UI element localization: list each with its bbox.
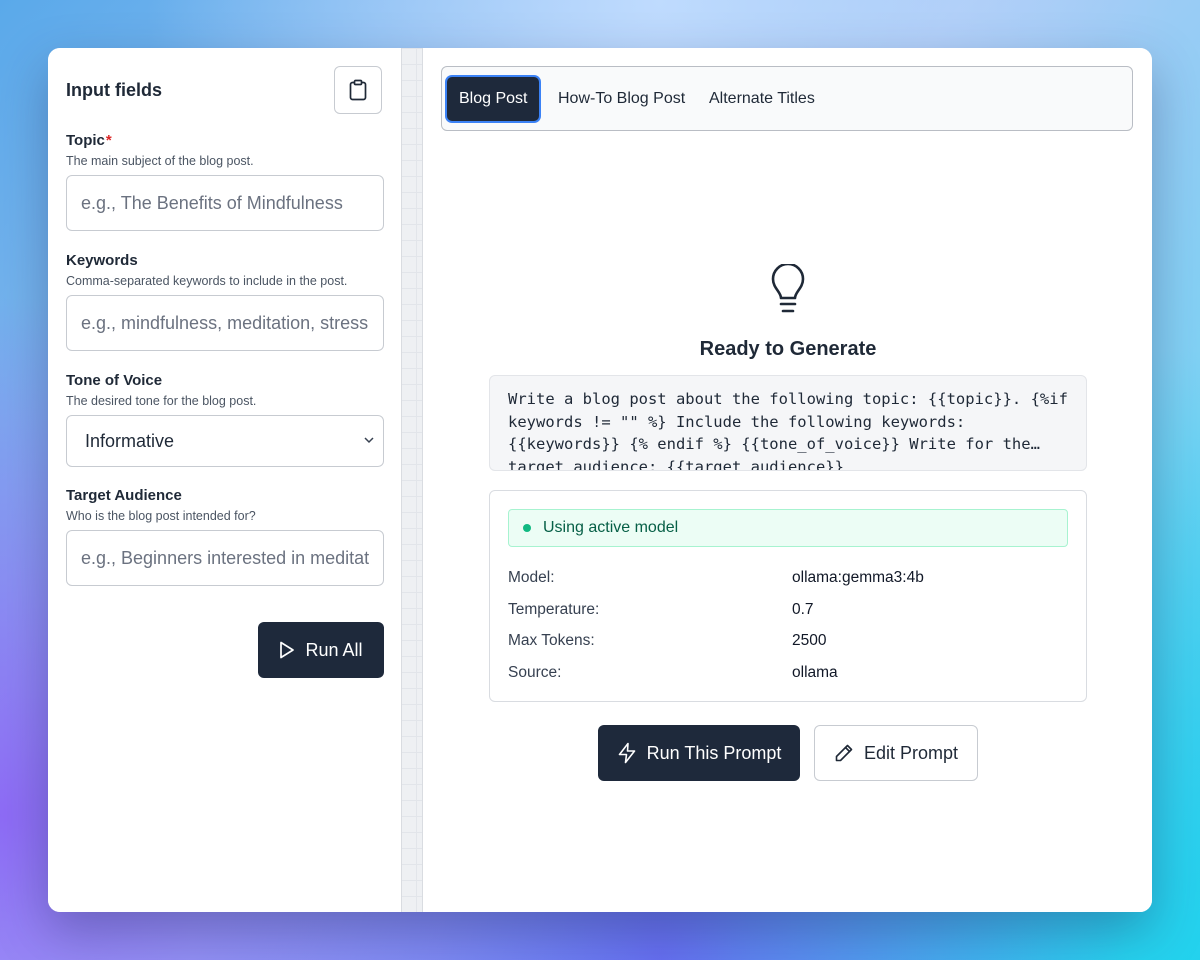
panel-title: Input fields <box>66 80 162 100</box>
temperature-key: Temperature: <box>508 601 600 618</box>
tab-how-to-blog-post[interactable]: How-To Blog Post <box>546 77 697 121</box>
max-tokens-value: 2500 <box>792 632 827 649</box>
tab-alternate-titles[interactable]: Alternate Titles <box>697 77 827 121</box>
run-all-button[interactable]: Run All <box>258 622 384 678</box>
chevron-down-icon <box>364 437 374 444</box>
lightning-icon <box>618 742 635 764</box>
topic-help: The main subject of the blog post. <box>66 154 254 168</box>
prompt-panel: Blog Post How-To Blog Post Alternate Tit… <box>422 48 1152 912</box>
model-value: ollama:gemma3:4b <box>792 569 924 586</box>
edit-prompt-button[interactable]: Edit Prompt <box>814 725 978 781</box>
run-this-prompt-button[interactable]: Run This Prompt <box>598 725 800 781</box>
max-tokens-key: Max Tokens: <box>508 632 595 649</box>
model-key: Model: <box>508 569 555 586</box>
lightbulb-icon <box>771 264 805 313</box>
keywords-input[interactable] <box>66 295 384 351</box>
clipboard-icon <box>349 79 367 101</box>
source-value: ollama <box>792 664 838 681</box>
required-marker: * <box>105 132 112 149</box>
tone-select[interactable]: Informative <box>66 415 384 467</box>
play-icon <box>280 641 295 659</box>
audience-help: Who is the blog post intended for? <box>66 509 256 523</box>
topic-input[interactable] <box>66 175 384 231</box>
pencil-icon <box>835 744 853 762</box>
edit-prompt-label: Edit Prompt <box>863 742 959 763</box>
prompt-preview: Write a blog post about the following to… <box>489 375 1087 471</box>
model-status-text: Using active model <box>543 519 679 536</box>
tone-selected-value: Informative <box>85 430 175 451</box>
temperature-value: 0.7 <box>792 601 814 618</box>
run-all-label: Run All <box>305 639 363 660</box>
ready-title: Ready to Generate <box>699 338 877 360</box>
topic-label: Topic* <box>66 132 112 149</box>
model-info-card: Using active model Model: ollama:gemma3:… <box>489 490 1087 702</box>
source-key: Source: <box>508 664 562 681</box>
keywords-label: Keywords <box>66 252 138 269</box>
app-window: Input fields Topic* The main subject of … <box>48 48 1152 912</box>
input-fields-panel: Input fields Topic* The main subject of … <box>48 48 402 912</box>
prompt-tabs: Blog Post How-To Blog Post Alternate Tit… <box>441 66 1133 131</box>
audience-input[interactable] <box>66 530 384 586</box>
status-dot-icon <box>523 524 531 532</box>
run-this-prompt-label: Run This Prompt <box>646 742 782 763</box>
clipboard-button[interactable] <box>334 66 382 114</box>
model-status-badge: Using active model <box>508 509 1068 547</box>
tone-label: Tone of Voice <box>66 372 163 389</box>
tab-blog-post[interactable]: Blog Post <box>447 77 540 121</box>
keywords-help: Comma-separated keywords to include in t… <box>66 274 348 288</box>
tone-help: The desired tone for the blog post. <box>66 394 257 408</box>
audience-label: Target Audience <box>66 487 182 504</box>
